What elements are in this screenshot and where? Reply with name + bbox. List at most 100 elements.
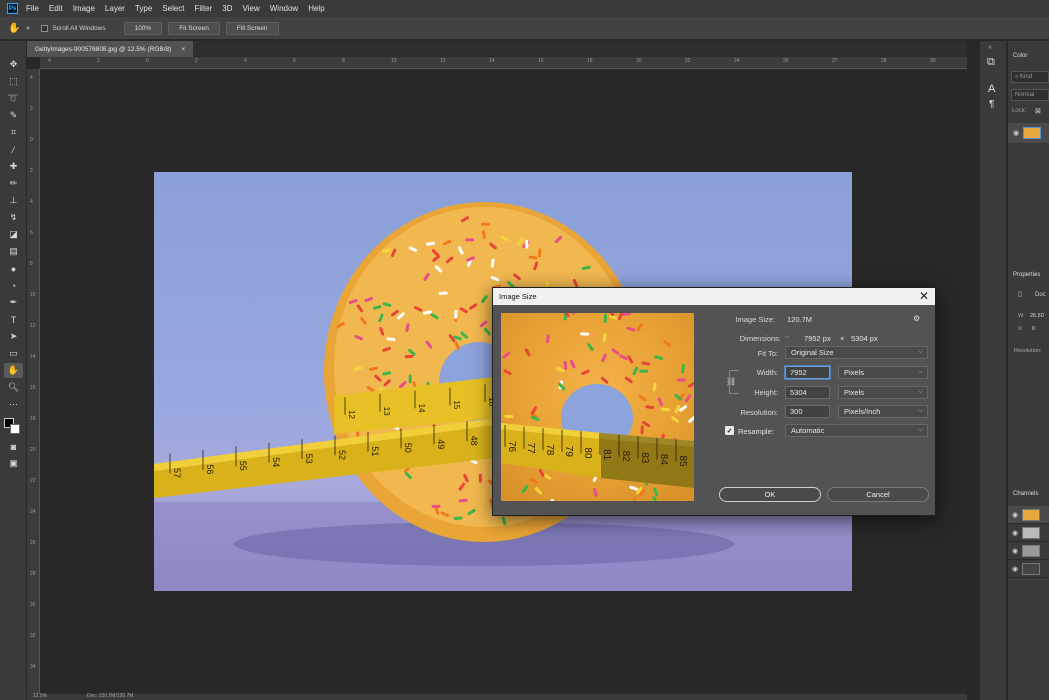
more-tools-icon[interactable]: ⋯ [4,397,23,412]
resolution-unit-select[interactable]: Pixels/Inch ⌵ [838,405,928,418]
move-tool-icon[interactable]: ✥ [4,57,23,72]
eye-icon[interactable]: ◉ [1012,511,1018,519]
healing-brush-tool-icon[interactable]: ✚ [4,159,23,174]
ruler-tick-label: 2 [30,168,33,174]
type-tool-icon[interactable]: T [4,312,23,327]
menu-help[interactable]: Help [308,4,324,13]
pen-tool-icon[interactable]: ✒ [4,295,23,310]
menu-layer[interactable]: Layer [105,4,125,13]
marquee-tool-icon[interactable]: ⬚ [4,74,23,89]
fit-screen-button[interactable]: Fit Screen [168,21,220,35]
properties-w-label: W: [1018,313,1025,319]
menu-filter[interactable]: Filter [195,4,213,13]
paragraph-panel-icon[interactable]: ¶ [989,99,994,110]
cancel-button[interactable]: Cancel [827,487,929,502]
sprinkle [530,406,537,415]
height-label: Height: [754,388,778,397]
menu-view[interactable]: View [243,4,260,13]
menu-edit[interactable]: Edit [49,4,63,13]
status-doc-info[interactable]: Doc: 120.7M/120.7M [87,693,133,699]
height-input[interactable]: 5304 [785,386,830,399]
dialog-title-bar[interactable]: Image Size ✕ [493,288,935,305]
chevron-down-icon[interactable]: ▾ [26,25,29,32]
eyedropper-tool-icon[interactable]: ⁄ [4,142,23,157]
layer-filter-search[interactable]: ⌕ Kind [1011,71,1049,83]
resolution-input[interactable]: 300 [785,405,830,418]
lasso-tool-icon[interactable]: ➰ [4,91,23,106]
document-tab[interactable]: GettyImages-900576808.jpg @ 12.5% (RGB/8… [27,41,194,57]
screen-mode-icon[interactable]: ▣ [4,456,23,471]
dodge-tool-icon[interactable]: ◔ [4,278,23,293]
status-zoom[interactable]: 12.5% [33,693,47,699]
eye-icon[interactable]: ◉ [1013,129,1019,137]
quick-mask-icon[interactable]: ◙ [4,439,23,454]
sprinkle [581,369,590,375]
horizontal-ruler[interactable]: 4 2 0 2 4 6 8 10 12 14 16 18 20 22 24 26 27 28 30 [40,57,967,69]
blur-tool-icon[interactable]: ● [4,261,23,276]
menu-file[interactable]: File [26,4,39,13]
gradient-tool-icon[interactable]: ▤ [4,244,23,259]
properties-w-value[interactable]: 26.50 [1030,313,1044,319]
properties-x-value[interactable]: 0 [1032,326,1035,332]
collapse-panels-icon[interactable]: « [988,44,992,51]
scroll-all-windows-checkbox[interactable]: Scroll All Windows [41,24,106,32]
ruler-tick-label: 30 [930,58,936,64]
zoom-tool-icon[interactable]: 🔍︎ [4,380,23,395]
path-selection-tool-icon[interactable]: ➤ [4,329,23,344]
channel-row-rgb[interactable]: ◉ [1008,506,1049,524]
blend-mode-select[interactable]: Normal [1011,89,1049,101]
channel-row-red[interactable]: ◉ [1008,524,1049,542]
sprinkle [431,504,441,508]
menu-select[interactable]: Select [162,4,184,13]
image-preview[interactable]: 76 77 78 79 80 81 82 83 84 85 [501,313,694,501]
character-panel-icon[interactable]: A [988,83,995,95]
height-unit-select[interactable]: Pixels ⌵ [838,386,928,399]
sprinkle [624,376,633,384]
resample-checkbox[interactable]: ✓ [725,426,734,435]
channels-panel-tab[interactable]: Channels [1013,491,1038,497]
history-panel-icon[interactable]: ⧉ [987,56,995,69]
background-color-swatch[interactable] [10,424,20,434]
link-icon[interactable]: ⛓ [726,377,737,386]
width-input[interactable]: 7952 [785,366,830,379]
ok-button[interactable]: OK [719,487,821,502]
width-unit-select[interactable]: Pixels ⌵ [838,366,928,379]
eye-icon[interactable]: ◉ [1012,547,1018,555]
checkbox-box[interactable] [41,24,49,32]
menu-image[interactable]: Image [73,4,95,13]
vertical-ruler[interactable]: 4 2 0 2 4 6 8 10 12 14 16 18 20 22 24 26 28 30 32 34 [27,69,40,694]
color-panel-tab[interactable]: Color [1013,53,1027,59]
quick-select-tool-icon[interactable]: ✎ [4,108,23,123]
properties-panel-tab[interactable]: Properties [1013,272,1040,278]
crop-tool-icon[interactable]: ⌗ [4,125,23,140]
zoom-100-button[interactable]: 100% [123,21,163,35]
menu-type[interactable]: Type [135,4,152,13]
lock-pixels-icon[interactable]: ⊠ [1035,107,1041,115]
gear-icon[interactable]: ⚙ [913,314,920,323]
eye-icon[interactable]: ◉ [1012,565,1018,573]
sprinkle [404,354,414,359]
menu-window[interactable]: Window [270,4,298,13]
rectangle-tool-icon[interactable]: ▭ [4,346,23,361]
brush-tool-icon[interactable]: ✏ [4,176,23,191]
layer-row-background[interactable]: ◉ [1008,123,1049,143]
hand-tool-icon[interactable]: ✋ [4,363,23,378]
clone-stamp-tool-icon[interactable]: ⊥ [4,193,23,208]
resample-select[interactable]: Automatic ⌵ [785,424,928,437]
fit-to-select[interactable]: Original Size ⌵ [785,346,928,359]
close-icon[interactable]: × [181,46,185,53]
sprinkle [503,369,512,376]
eye-icon[interactable]: ◉ [1012,529,1018,537]
tape-number: 78 [544,444,555,456]
hand-tool-icon[interactable]: ✋ [8,23,20,34]
eraser-tool-icon[interactable]: ◪ [4,227,23,242]
history-brush-tool-icon[interactable]: ↯ [4,210,23,225]
chevron-down-icon[interactable]: ⌵ [785,334,790,341]
close-icon[interactable]: ✕ [919,289,929,303]
channel-row-blue[interactable]: ◉ [1008,560,1049,578]
sprinkle [408,374,412,384]
channel-row-green[interactable]: ◉ [1008,542,1049,560]
fill-screen-button[interactable]: Fill Screen [225,21,279,35]
photoshop-logo[interactable]: Ps [7,3,18,14]
menu-3d[interactable]: 3D [222,4,232,13]
